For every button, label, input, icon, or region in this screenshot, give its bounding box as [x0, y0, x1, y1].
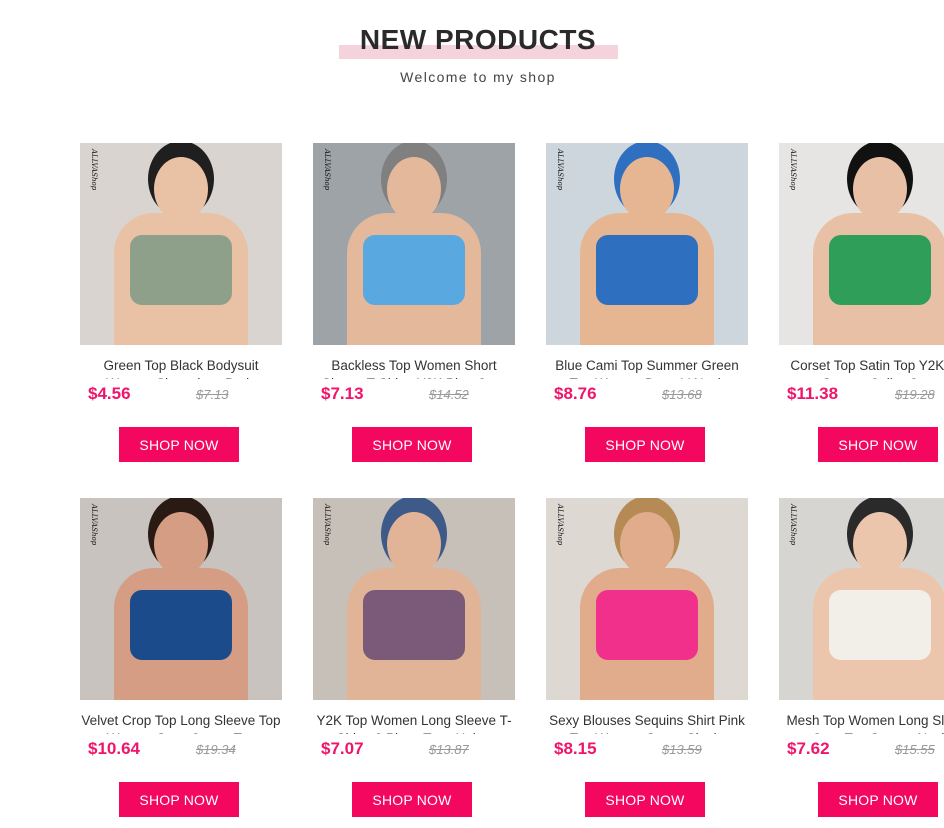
- shop-now-button[interactable]: SHOP NOW: [585, 427, 705, 462]
- garment-shape: [363, 590, 465, 660]
- price-row: $7.13 $14.52: [313, 382, 515, 412]
- product-card[interactable]: ALLVAShop Mesh Top Women Long Sleeve Crop…: [779, 498, 944, 817]
- sale-price: $7.07: [321, 739, 364, 758]
- price-row: $10.64 $19.34: [80, 737, 282, 767]
- model-head: [620, 157, 674, 221]
- model-head: [387, 512, 441, 576]
- original-price: $14.52: [429, 387, 469, 402]
- garment-shape: [596, 235, 698, 305]
- product-card[interactable]: ALLVAShop Velvet Crop Top Long Sleeve Top…: [80, 498, 282, 817]
- brand-watermark: ALLVAShop: [323, 504, 331, 546]
- product-name[interactable]: Mesh Top Women Long Sleeve Crop Top Squa…: [779, 712, 944, 734]
- model-head: [853, 157, 907, 221]
- product-image[interactable]: ALLVAShop: [546, 143, 748, 345]
- price-row: $4.56 $7.13: [80, 382, 282, 412]
- price-row: $7.07 $13.87: [313, 737, 515, 767]
- garment-shape: [130, 235, 232, 305]
- garment-shape: [363, 235, 465, 305]
- brand-watermark: ALLVAShop: [90, 149, 98, 191]
- product-card[interactable]: ALLVAShop Sexy Blouses Sequins Shirt Pink…: [546, 498, 748, 817]
- original-price: $7.13: [196, 387, 229, 402]
- product-image[interactable]: ALLVAShop: [313, 143, 515, 345]
- shop-now-button[interactable]: SHOP NOW: [818, 427, 938, 462]
- model-head: [620, 512, 674, 576]
- sale-price: $8.76: [554, 384, 597, 403]
- sale-price: $7.13: [321, 384, 364, 403]
- brand-watermark: ALLVAShop: [556, 504, 564, 546]
- garment-shape: [130, 590, 232, 660]
- product-name[interactable]: Green Top Black Bodysuit Women Sleeveles…: [80, 357, 282, 379]
- garment-shape: [829, 590, 931, 660]
- price-row: $8.15 $13.59: [546, 737, 748, 767]
- brand-watermark: ALLVAShop: [90, 504, 98, 546]
- product-grid: ALLVAShop Green Top Black Bodysuit Women …: [0, 0, 944, 828]
- product-card[interactable]: ALLVAShop Blue Cami Top Summer Green Top …: [546, 143, 748, 462]
- product-card[interactable]: ALLVAShop Y2K Top Women Long Sleeve T-Shi…: [313, 498, 515, 817]
- sale-price: $8.15: [554, 739, 597, 758]
- price-row: $11.38 $19.28: [779, 382, 944, 412]
- garment-shape: [829, 235, 931, 305]
- product-image[interactable]: ALLVAShop: [80, 143, 282, 345]
- price-row: $7.62 $15.55: [779, 737, 944, 767]
- shop-now-button[interactable]: SHOP NOW: [119, 782, 239, 817]
- sale-price: $10.64: [88, 739, 140, 758]
- product-name[interactable]: Sexy Blouses Sequins Shirt Pink Top Wome…: [546, 712, 748, 734]
- product-name[interactable]: Blue Cami Top Summer Green Top Women Dee…: [546, 357, 748, 379]
- original-price: $15.55: [895, 742, 935, 757]
- sale-price: $4.56: [88, 384, 131, 403]
- product-image[interactable]: ALLVAShop: [779, 143, 944, 345]
- product-image[interactable]: ALLVAShop: [313, 498, 515, 700]
- shop-now-button[interactable]: SHOP NOW: [352, 427, 472, 462]
- model-head: [154, 512, 208, 576]
- shop-now-button[interactable]: SHOP NOW: [585, 782, 705, 817]
- price-row: $8.76 $13.68: [546, 382, 748, 412]
- model-head: [387, 157, 441, 221]
- brand-watermark: ALLVAShop: [789, 149, 797, 191]
- product-card[interactable]: ALLVAShop Green Top Black Bodysuit Women …: [80, 143, 282, 462]
- product-image[interactable]: ALLVAShop: [779, 498, 944, 700]
- sale-price: $7.62: [787, 739, 830, 758]
- original-price: $19.34: [196, 742, 236, 757]
- sale-price: $11.38: [787, 384, 839, 403]
- product-name[interactable]: Y2K Top Women Long Sleeve T-Shirts 2 Pie…: [313, 712, 515, 734]
- original-price: $13.59: [662, 742, 702, 757]
- model-head: [853, 512, 907, 576]
- brand-watermark: ALLVAShop: [789, 504, 797, 546]
- garment-shape: [596, 590, 698, 660]
- product-name[interactable]: Backless Top Women Short Sleeve T-Shirts…: [313, 357, 515, 379]
- brand-watermark: ALLVAShop: [323, 149, 331, 191]
- shop-now-button[interactable]: SHOP NOW: [352, 782, 472, 817]
- original-price: $13.87: [429, 742, 469, 757]
- brand-watermark: ALLVAShop: [556, 149, 564, 191]
- original-price: $13.68: [662, 387, 702, 402]
- product-image[interactable]: ALLVAShop: [80, 498, 282, 700]
- product-card[interactable]: ALLVAShop Backless Top Women Short Sleeve…: [313, 143, 515, 462]
- product-name[interactable]: Corset Top Satin Top Y2K Top Square Coll…: [779, 357, 944, 379]
- product-name[interactable]: Velvet Crop Top Long Sleeve Top Women Se…: [80, 712, 282, 734]
- shop-now-button[interactable]: SHOP NOW: [818, 782, 938, 817]
- product-image[interactable]: ALLVAShop: [546, 498, 748, 700]
- original-price: $19.28: [895, 387, 935, 402]
- model-head: [154, 157, 208, 221]
- shop-now-button[interactable]: SHOP NOW: [119, 427, 239, 462]
- product-card[interactable]: ALLVAShop Corset Top Satin Top Y2K Top Sq…: [779, 143, 944, 462]
